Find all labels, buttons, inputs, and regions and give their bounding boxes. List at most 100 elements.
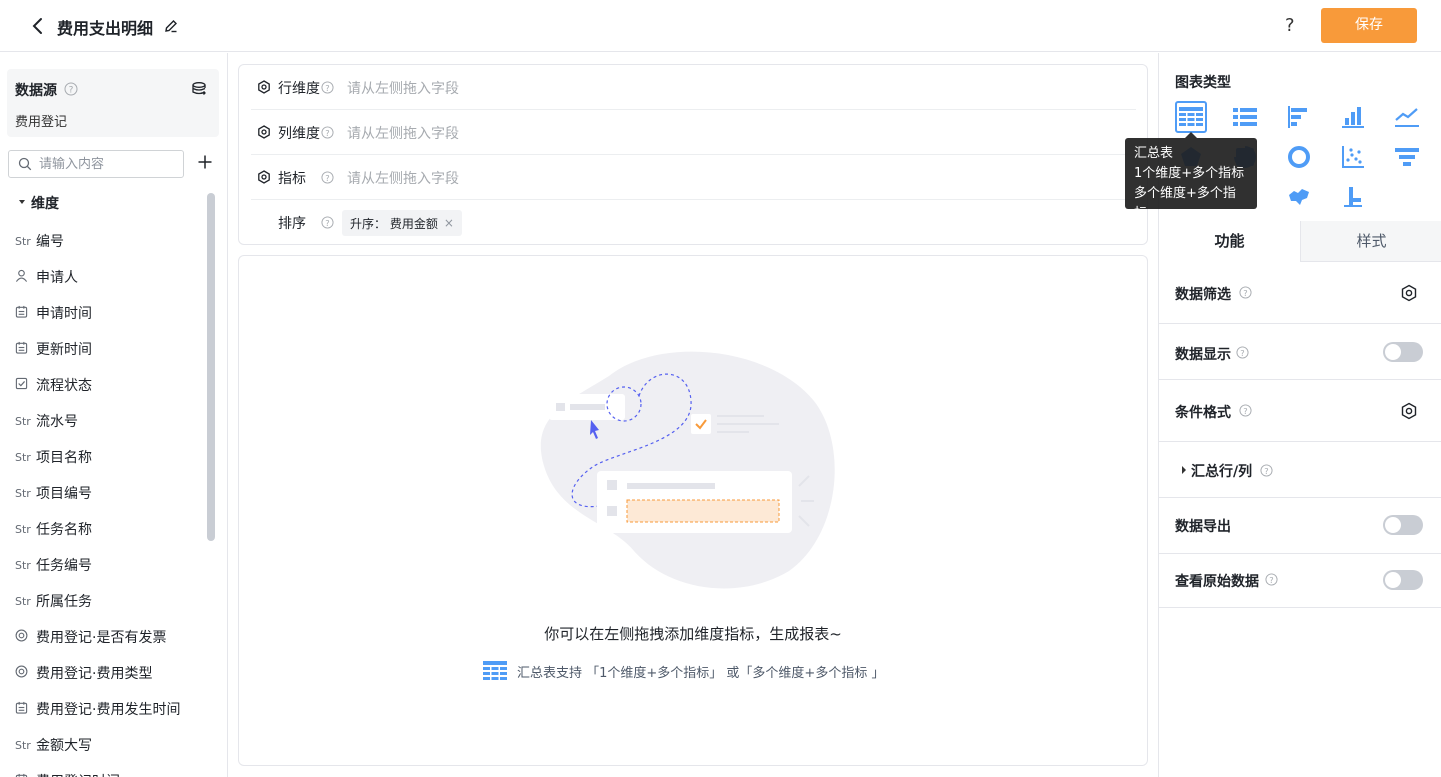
string-type-icon: Str <box>15 486 31 500</box>
empty-state-hint-text: 汇总表支持 「1个维度+多个指标」 或「多个维度+多个指标 」 <box>517 665 885 681</box>
string-type-icon: Str <box>15 522 31 536</box>
tooltip-line: 多个维度+多个指标 <box>1134 186 1236 221</box>
caret-down-icon[interactable] <box>19 200 25 204</box>
field-item[interactable]: 流程状态 <box>15 367 205 403</box>
option-label: 数据筛选 <box>1175 287 1231 303</box>
string-type-icon: Str <box>15 558 31 572</box>
field-item[interactable]: 更新时间 <box>15 331 205 367</box>
option-data-filter: 数据筛选 ? <box>1159 262 1441 324</box>
row-dimension-drop[interactable]: 行维度 ? 请从左侧拖入字段 <box>251 65 1136 110</box>
help-circle-icon[interactable]: ? <box>64 82 78 96</box>
help-circle-icon[interactable]: ? <box>321 126 334 139</box>
help-circle-icon[interactable]: ? <box>1236 346 1249 359</box>
sort-tag[interactable]: 升序： 费用金额 × <box>342 210 462 236</box>
donut-chart-icon[interactable] <box>1283 141 1315 173</box>
save-button[interactable]: 保存 <box>1321 8 1417 43</box>
bar-chart-icon[interactable] <box>1283 101 1315 133</box>
field-label: 费用登记·费用类型 <box>36 666 153 682</box>
database-switch-icon[interactable] <box>191 81 207 97</box>
field-search[interactable] <box>8 150 184 178</box>
help-circle-icon[interactable]: ? <box>1265 573 1278 586</box>
metric-drop[interactable]: 指标 ? 请从左侧拖入字段 <box>251 155 1136 200</box>
check-icon <box>15 377 35 393</box>
user-icon <box>15 269 35 285</box>
data-display-toggle[interactable] <box>1383 342 1423 362</box>
tab-style[interactable]: 样式 <box>1300 221 1441 262</box>
caret-right-icon[interactable] <box>1182 466 1186 474</box>
detail-table-icon[interactable] <box>1229 101 1261 133</box>
field-item[interactable]: Str 流水号 <box>15 403 205 439</box>
field-label: 任务名称 <box>36 522 92 538</box>
calendar-icon <box>15 341 35 357</box>
settings-icon[interactable] <box>1400 402 1418 420</box>
row-dimension-placeholder: 请从左侧拖入字段 <box>347 81 459 97</box>
column-dimension-placeholder: 请从左侧拖入字段 <box>347 126 459 142</box>
field-item[interactable]: 申请人 <box>15 259 205 295</box>
svg-text:?: ? <box>69 86 74 96</box>
svg-text:?: ? <box>325 218 329 228</box>
field-item[interactable]: 费用登记时间 <box>15 763 205 777</box>
datasource-name: 费用登记 <box>15 115 68 130</box>
option-summary-row-col[interactable]: 汇总行/列 ? <box>1159 442 1441 498</box>
dimension-group-header[interactable]: 维度 <box>31 193 59 213</box>
field-item[interactable]: 费用登记·费用发生时间 <box>15 691 205 727</box>
field-item[interactable]: Str 金额大写 <box>15 727 205 763</box>
field-item[interactable]: Str 项目编号 <box>15 475 205 511</box>
field-label: 流水号 <box>36 414 78 430</box>
close-icon[interactable]: × <box>444 216 454 230</box>
indicator-card-icon[interactable] <box>1337 181 1369 213</box>
field-item[interactable]: Str 编号 <box>15 223 205 259</box>
column-dimension-drop[interactable]: 列维度 ? 请从左侧拖入字段 <box>251 110 1136 155</box>
chart-canvas: 你可以在左侧拖拽添加维度指标，生成报表~ 汇总表支持 「1个维度+多个指标」 或… <box>238 255 1148 766</box>
view-raw-data-toggle[interactable] <box>1383 570 1423 590</box>
datasource-title: 数据源 <box>15 83 57 99</box>
tab-function[interactable]: 功能 <box>1159 221 1300 262</box>
svg-text:?: ? <box>325 173 329 183</box>
field-label: 流程状态 <box>36 378 92 394</box>
help-circle-icon[interactable]: ? <box>321 81 334 94</box>
config-panel: 行维度 ? 请从左侧拖入字段 列维度 ? 请从左侧拖入字段 指标 ? 请从左侧拖… <box>238 64 1148 245</box>
settings-icon[interactable] <box>1400 284 1418 302</box>
map-chart-icon[interactable] <box>1283 181 1315 213</box>
column-dimension-label: 列维度 <box>278 126 320 142</box>
field-item[interactable]: Str 所属任务 <box>15 583 205 619</box>
field-item[interactable]: Str 任务编号 <box>15 547 205 583</box>
help-icon[interactable]: ? <box>1285 15 1295 36</box>
data-export-toggle[interactable] <box>1383 515 1423 535</box>
svg-text:?: ? <box>325 83 329 93</box>
option-label: 查看原始数据 <box>1175 574 1259 590</box>
help-circle-icon[interactable]: ? <box>321 216 334 229</box>
string-type-icon: Str <box>15 234 31 248</box>
search-input[interactable] <box>39 154 179 174</box>
help-circle-icon[interactable]: ? <box>321 171 334 184</box>
field-label: 申请时间 <box>36 306 92 322</box>
field-list-scrollbar[interactable] <box>207 193 215 541</box>
help-circle-icon[interactable]: ? <box>1260 464 1273 477</box>
option-data-export: 数据导出 <box>1159 498 1441 554</box>
tooltip-title: 汇总表 <box>1134 146 1174 161</box>
help-circle-icon[interactable]: ? <box>1239 404 1252 417</box>
string-type-icon: Str <box>15 414 31 428</box>
edit-title-icon[interactable] <box>163 18 179 34</box>
svg-text:?: ? <box>1269 575 1273 585</box>
field-item[interactable]: Str 项目名称 <box>15 439 205 475</box>
string-type-icon: Str <box>15 738 31 752</box>
line-chart-icon[interactable] <box>1391 101 1423 133</box>
back-arrow-icon[interactable] <box>28 16 48 36</box>
string-type-icon: Str <box>15 450 31 464</box>
settings-icon[interactable] <box>257 170 271 184</box>
scatter-chart-icon[interactable] <box>1337 141 1369 173</box>
column-chart-icon[interactable] <box>1337 101 1369 133</box>
field-item[interactable]: 申请时间 <box>15 295 205 331</box>
funnel-chart-icon[interactable] <box>1391 141 1423 173</box>
summary-table-icon[interactable] <box>1175 101 1207 133</box>
field-label: 申请人 <box>36 270 78 286</box>
help-circle-icon[interactable]: ? <box>1239 286 1252 299</box>
settings-icon[interactable] <box>257 80 271 94</box>
field-item[interactable]: 费用登记·是否有发票 <box>15 619 205 655</box>
add-field-icon[interactable] <box>197 154 213 170</box>
settings-tabs: 功能 样式 <box>1159 221 1441 262</box>
field-item[interactable]: Str 任务名称 <box>15 511 205 547</box>
field-item[interactable]: 费用登记·费用类型 <box>15 655 205 691</box>
settings-icon[interactable] <box>257 125 271 139</box>
